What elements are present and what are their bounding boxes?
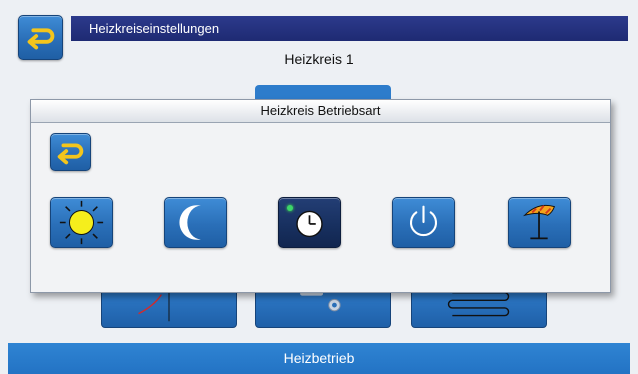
mode-holiday-button[interactable] bbox=[508, 197, 571, 248]
mode-night-button[interactable] bbox=[164, 197, 227, 248]
background-tab bbox=[255, 85, 391, 99]
mode-auto-button[interactable] bbox=[278, 197, 341, 248]
operating-mode-dialog: Heizkreis Betriebsart bbox=[30, 99, 611, 293]
screen: Heizkreiseinstellungen Heizkreis 1 Heizb… bbox=[0, 0, 638, 374]
clock-icon bbox=[296, 210, 323, 238]
floor-heating-icon bbox=[447, 292, 510, 317]
gear-icon bbox=[300, 290, 341, 312]
mode-day-button[interactable] bbox=[50, 197, 113, 248]
back-arrow-icon bbox=[57, 143, 84, 165]
dialog-back-button[interactable] bbox=[50, 133, 91, 171]
umbrella-icon bbox=[522, 204, 556, 240]
power-icon bbox=[409, 205, 438, 237]
moon-icon bbox=[179, 205, 201, 240]
mode-off-button[interactable] bbox=[392, 197, 455, 248]
page-title: Heizkreiseinstellungen bbox=[71, 16, 628, 41]
heating-curve-icon bbox=[138, 287, 170, 322]
sun-icon bbox=[59, 200, 104, 245]
dialog-title: Heizkreis Betriebsart bbox=[31, 100, 610, 123]
operating-mode-bar[interactable]: Heizbetrieb bbox=[8, 343, 630, 374]
heating-circuit-name: Heizkreis 1 bbox=[284, 51, 354, 67]
